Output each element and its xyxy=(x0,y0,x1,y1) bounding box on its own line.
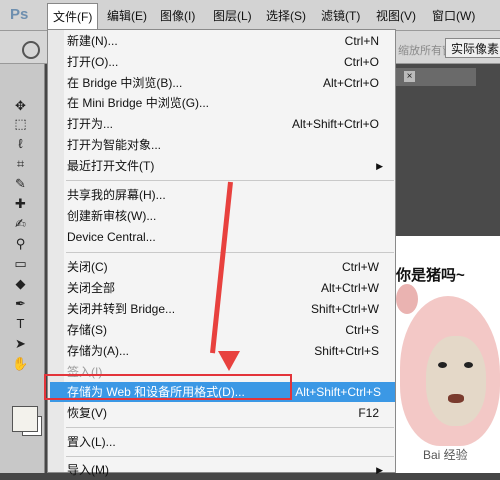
menu-item-close-all[interactable]: 关闭全部 Alt+Ctrl+W xyxy=(67,278,393,298)
canvas-background xyxy=(396,64,500,236)
menu-item-open-as[interactable]: 打开为... Alt+Shift+Ctrl+O xyxy=(67,114,393,134)
eraser-tool-icon[interactable]: ▭ xyxy=(12,256,29,271)
image-caption: 你是猪吗~ xyxy=(396,267,465,284)
menu-item-save[interactable]: 存储(S) Ctrl+S xyxy=(67,320,393,340)
pig-mouth xyxy=(448,394,464,403)
menu-layer[interactable]: 图层(L) xyxy=(213,7,252,24)
close-icon[interactable]: × xyxy=(404,71,415,82)
menu-item-import[interactable]: 导入(M) ▶ xyxy=(67,460,393,480)
foreground-color-swatch[interactable] xyxy=(12,406,38,432)
menu-item-place[interactable]: 置入(L)... xyxy=(67,432,393,452)
menu-separator xyxy=(66,252,394,253)
pig-eye xyxy=(464,362,473,368)
brush-tool-icon[interactable]: ✍ xyxy=(12,216,29,231)
heal-tool-icon[interactable]: ✚ xyxy=(12,196,29,211)
crop-tool-icon[interactable]: ⌗ xyxy=(12,156,29,171)
menu-icon-strip xyxy=(48,30,64,472)
menu-separator xyxy=(66,180,394,181)
menu-window[interactable]: 窗口(W) xyxy=(432,7,475,24)
lasso-tool-icon[interactable]: ℓ xyxy=(12,136,29,151)
submenu-arrow-icon: ▶ xyxy=(376,161,383,171)
photoshop-logo: Ps xyxy=(10,6,29,23)
menu-item-device-central[interactable]: Device Central... xyxy=(67,227,393,247)
toolbox: ✥ ⬚ ℓ ⌗ ✎ ✚ ✍ ⚲ ▭ ◆ ✒ T ➤ ✋ xyxy=(0,64,45,473)
menu-item-new[interactable]: 新建(N)... Ctrl+N xyxy=(67,31,393,51)
annotation-arrow-head xyxy=(218,351,240,371)
pig-face xyxy=(426,336,486,426)
menu-edit[interactable]: 编辑(E) xyxy=(107,7,147,24)
menu-item-browse-mini-bridge[interactable]: 在 Mini Bridge 中浏览(G)... xyxy=(67,93,393,113)
blur-tool-icon[interactable]: ◆ xyxy=(12,276,29,291)
submenu-arrow-icon: ▶ xyxy=(376,465,383,475)
baidu-watermark: Bai 经验 xyxy=(423,448,468,462)
menu-file[interactable]: 文件(F) xyxy=(47,3,99,31)
text-tool-icon[interactable]: T xyxy=(12,316,29,331)
menu-item-close[interactable]: 关闭(C) Ctrl+W xyxy=(67,257,393,277)
menu-bar: Ps 文件(F) 编辑(E) 图像(I) 图层(L) 选择(S) 滤镜(T) 视… xyxy=(0,0,500,31)
menu-image[interactable]: 图像(I) xyxy=(160,7,195,24)
move-tool-icon[interactable]: ✥ xyxy=(12,98,29,113)
pig-eye xyxy=(438,362,447,368)
menu-select[interactable]: 选择(S) xyxy=(266,7,306,24)
pen-tool-icon[interactable]: ✒ xyxy=(12,296,29,311)
hand-tool-icon[interactable]: ✋ xyxy=(12,356,29,371)
menu-filter[interactable]: 滤镜(T) xyxy=(321,7,360,24)
menu-item-open-smart-object[interactable]: 打开为智能对象... xyxy=(67,135,393,155)
marquee-tool-icon[interactable]: ⬚ xyxy=(12,116,29,131)
annotation-highlight-box xyxy=(44,374,292,400)
menu-separator xyxy=(66,427,394,428)
zoom-icon[interactable] xyxy=(22,41,40,59)
menu-item-open[interactable]: 打开(O)... Ctrl+O xyxy=(67,52,393,72)
menu-item-close-go-bridge[interactable]: 关闭并转到 Bridge... Shift+Ctrl+W xyxy=(67,299,393,319)
menu-item-revert[interactable]: 恢复(V) F12 xyxy=(67,403,393,423)
path-select-tool-icon[interactable]: ➤ xyxy=(12,336,29,351)
menu-separator xyxy=(66,456,394,457)
eyedropper-tool-icon[interactable]: ✎ xyxy=(12,176,29,191)
menu-item-recent-files[interactable]: 最近打开文件(T) ▶ xyxy=(67,156,393,176)
stamp-tool-icon[interactable]: ⚲ xyxy=(12,236,29,251)
menu-item-browse-bridge[interactable]: 在 Bridge 中浏览(B)... Alt+Ctrl+O xyxy=(67,73,393,93)
actual-pixels-button[interactable]: 实际像素 xyxy=(445,38,500,58)
document-image: 你是猪吗~ xyxy=(396,236,500,473)
menu-view[interactable]: 视图(V) xyxy=(376,7,416,24)
pig-ear xyxy=(396,284,418,314)
